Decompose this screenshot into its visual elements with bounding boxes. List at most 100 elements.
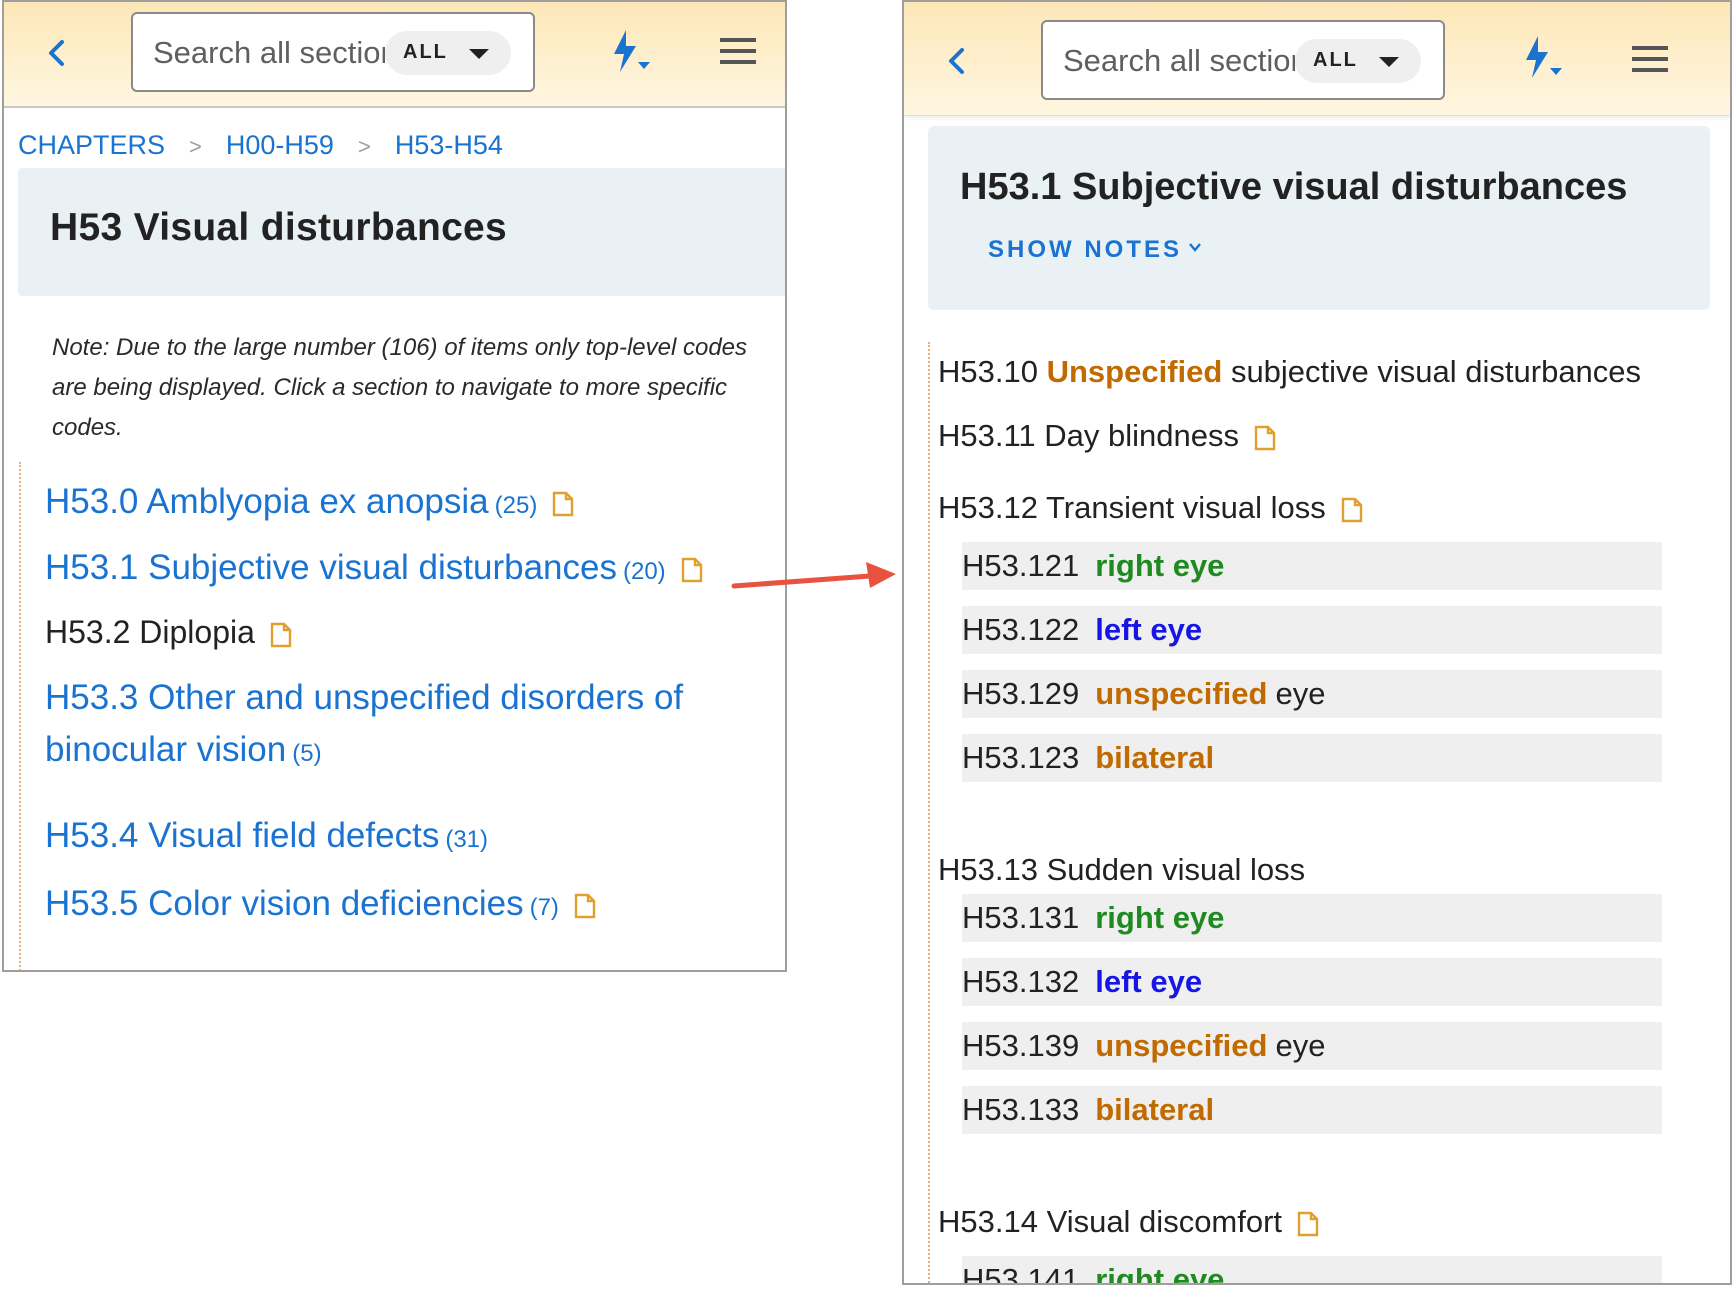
document-icon[interactable] bbox=[680, 557, 704, 583]
title-card: H53.1 Subjective visual disturbances SHO… bbox=[928, 126, 1710, 310]
code-list-rail bbox=[928, 342, 930, 1283]
code-h53-12[interactable]: H53.12 Transient visual loss bbox=[938, 490, 1364, 526]
code-label: H53.14 Visual discomfort bbox=[938, 1204, 1283, 1239]
caret-down-icon bbox=[1379, 57, 1399, 67]
document-icon[interactable] bbox=[1340, 497, 1364, 523]
breadcrumb-h53-h54[interactable]: H53-H54 bbox=[395, 130, 503, 160]
laterality: right eye bbox=[1095, 548, 1225, 583]
document-icon[interactable] bbox=[573, 893, 597, 919]
section-label: H53.4 Visual field defects bbox=[45, 816, 440, 855]
section-h53-4[interactable]: H53.4 Visual field defects (31) bbox=[45, 810, 488, 866]
section-count: (5) bbox=[292, 740, 322, 767]
quick-actions-button[interactable] bbox=[1516, 32, 1566, 82]
code-h53-132[interactable]: H53.132 left eye bbox=[962, 958, 1662, 1006]
code-number: H53.139 bbox=[962, 1028, 1080, 1063]
code-number: H53.133 bbox=[962, 1092, 1080, 1127]
code-number: H53.132 bbox=[962, 964, 1080, 999]
laterality: right eye bbox=[1095, 1262, 1225, 1285]
code-label: H53.12 Transient visual loss bbox=[938, 490, 1326, 525]
title-card: H53 Visual disturbances bbox=[18, 168, 785, 296]
section-label: H53.2 Diplopia bbox=[45, 614, 255, 650]
code-h53-129[interactable]: H53.129 unspecified eye bbox=[962, 670, 1662, 718]
laterality: left eye bbox=[1095, 612, 1203, 647]
section-h53-3[interactable]: H53.3 Other and unspecified disorders of… bbox=[45, 672, 683, 780]
code-number: H53.131 bbox=[962, 900, 1080, 935]
section-h53-1[interactable]: H53.1 Subjective visual disturbances (20) bbox=[45, 542, 704, 598]
code-number: H53.129 bbox=[962, 676, 1080, 711]
search-input[interactable] bbox=[1063, 42, 1295, 80]
laterality: bilateral bbox=[1095, 740, 1215, 775]
code-number: H53.122 bbox=[962, 612, 1080, 647]
laterality: right eye bbox=[1095, 900, 1225, 935]
code-number: H53.141 bbox=[962, 1262, 1080, 1285]
code-h53-14[interactable]: H53.14 Visual discomfort bbox=[938, 1204, 1320, 1240]
app-bar: ALL bbox=[904, 2, 1730, 116]
section-label: H53.0 Amblyopia ex anopsia bbox=[45, 482, 489, 521]
section-h53-0[interactable]: H53.0 Amblyopia ex anopsia (25) bbox=[45, 476, 575, 532]
left-screen: ALL CHAPTERS > H00-H59 > H53-H54 H53 Visual … bbox=[2, 0, 787, 972]
page-title: H53 Visual disturbances bbox=[50, 206, 508, 249]
page-title: H53.1 Subjective visual disturbances bbox=[960, 166, 1628, 208]
section-count: (25) bbox=[494, 492, 538, 519]
scope-dropdown[interactable]: ALL bbox=[1295, 39, 1421, 83]
code-h53-123[interactable]: H53.123 bilateral bbox=[962, 734, 1662, 782]
scope-label: ALL bbox=[1313, 49, 1358, 71]
document-icon[interactable] bbox=[551, 491, 575, 517]
code-label: H53.13 Sudden visual loss bbox=[938, 852, 1306, 887]
code-h53-131[interactable]: H53.131 right eye bbox=[962, 894, 1662, 942]
section-label-line2: binocular vision bbox=[45, 730, 287, 769]
navigation-arrow-icon bbox=[731, 562, 896, 589]
search-input[interactable] bbox=[153, 34, 385, 72]
section-list: H53.0 Amblyopia ex anopsia (25) H53.1 Sub… bbox=[19, 462, 702, 970]
scope-dropdown[interactable]: ALL bbox=[385, 31, 511, 75]
code-h53-10[interactable]: H53.10 Unspecified subjective visual dis… bbox=[938, 354, 1641, 390]
quick-actions-button[interactable] bbox=[604, 26, 654, 76]
section-h53-2[interactable]: H53.2 Diplopia bbox=[45, 606, 293, 658]
note-text: Note: Due to the large number (106) of i… bbox=[52, 334, 748, 441]
document-icon[interactable] bbox=[269, 622, 293, 648]
back-chevron-icon bbox=[49, 40, 64, 66]
code-number: H53.123 bbox=[962, 740, 1080, 775]
code-number: H53.121 bbox=[962, 548, 1080, 583]
code-keyword: Unspecified bbox=[1046, 354, 1223, 389]
code-h53-11[interactable]: H53.11 Day blindness bbox=[938, 418, 1277, 454]
code-h53-13[interactable]: H53.13 Sudden visual loss bbox=[938, 852, 1305, 888]
document-icon[interactable] bbox=[1296, 1211, 1320, 1237]
scope-label: ALL bbox=[403, 41, 448, 63]
code-h53-121[interactable]: H53.121 right eye bbox=[962, 542, 1662, 590]
search-box: ALL bbox=[131, 12, 535, 92]
breadcrumb: CHAPTERS > H00-H59 > H53-H54 bbox=[18, 130, 503, 161]
section-label: H53.1 Subjective visual disturbances bbox=[45, 548, 617, 587]
hamburger-menu-icon[interactable] bbox=[1632, 46, 1670, 74]
lightning-icon bbox=[1526, 36, 1562, 78]
laterality: unspecified bbox=[1095, 676, 1268, 711]
code-h53-133[interactable]: H53.133 bilateral bbox=[962, 1086, 1662, 1134]
code-h53-122[interactable]: H53.122 left eye bbox=[962, 606, 1662, 654]
back-chevron-icon bbox=[949, 48, 964, 74]
section-count: (20) bbox=[622, 558, 666, 585]
section-count: (31) bbox=[445, 826, 489, 853]
section-h53-5[interactable]: H53.5 Color vision deficiencies (7) bbox=[45, 878, 597, 934]
breadcrumb-separator: > bbox=[357, 134, 371, 159]
code-h53-141[interactable]: H53.141 right eye bbox=[962, 1256, 1662, 1285]
breadcrumb-separator: > bbox=[189, 134, 202, 159]
show-notes-button[interactable]: SHOW NOTES bbox=[988, 236, 1202, 264]
hamburger-menu-icon[interactable] bbox=[720, 38, 758, 66]
right-screen: ALL H53.1 Subjective visual disturbances… bbox=[902, 0, 1732, 1285]
back-button[interactable] bbox=[940, 44, 974, 78]
app-bar: ALL bbox=[4, 2, 785, 108]
laterality: left eye bbox=[1095, 964, 1203, 999]
section-label-line1: H53.3 Other and unspecified disorders of bbox=[45, 678, 684, 717]
laterality: unspecified bbox=[1095, 1028, 1268, 1063]
document-icon[interactable] bbox=[1253, 425, 1277, 451]
laterality: bilateral bbox=[1095, 1092, 1215, 1127]
search-box: ALL bbox=[1041, 20, 1445, 100]
code-label: H53.11 Day blindness bbox=[938, 418, 1239, 453]
breadcrumb-chapters[interactable]: CHAPTERS bbox=[18, 130, 165, 160]
chevron-down-icon bbox=[1189, 243, 1201, 252]
code-h53-139[interactable]: H53.139 unspecified eye bbox=[962, 1022, 1662, 1070]
back-button[interactable] bbox=[40, 36, 74, 70]
laterality-suffix: eye bbox=[1275, 1028, 1326, 1063]
breadcrumb-h00-h59[interactable]: H00-H59 bbox=[226, 130, 334, 160]
code-description: subjective visual disturbances bbox=[1230, 354, 1642, 389]
